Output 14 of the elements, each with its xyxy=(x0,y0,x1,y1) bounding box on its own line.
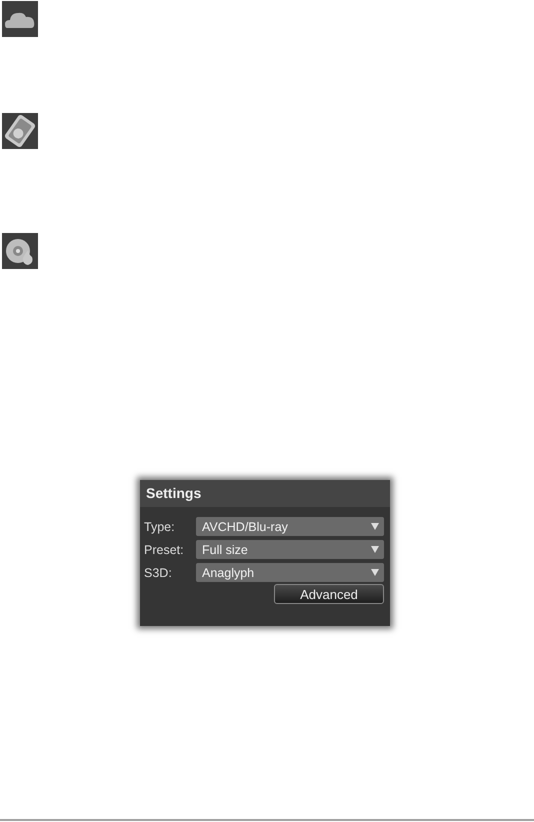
panel-title: Settings xyxy=(140,480,390,507)
advanced-button[interactable]: Advanced xyxy=(274,584,384,604)
field-label: Type: xyxy=(144,520,176,534)
caret-icon xyxy=(371,569,379,576)
caret-icon xyxy=(371,546,379,553)
dropdown[interactable]: AVCHD/Blu-ray xyxy=(196,517,384,536)
field-label: Preset: xyxy=(144,542,185,556)
field-label: S3D: xyxy=(144,566,173,580)
disc-burn-icon xyxy=(2,233,38,269)
cloud-icon xyxy=(2,1,38,37)
device-icon xyxy=(2,113,38,149)
caret-icon xyxy=(371,523,379,530)
dropdown[interactable]: Anaglyph xyxy=(196,563,384,582)
dropdown[interactable]: Full size xyxy=(196,540,384,559)
